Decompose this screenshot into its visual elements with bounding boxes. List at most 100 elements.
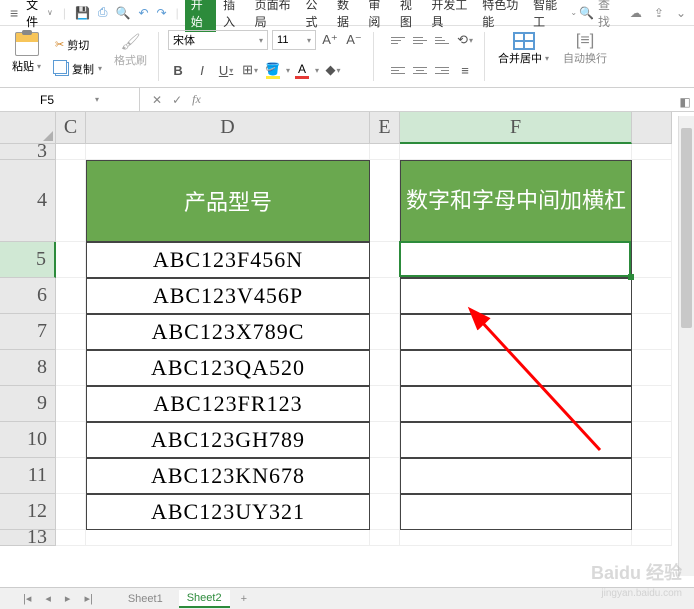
cell-E8[interactable] [370,350,400,386]
cell-G12[interactable] [632,494,672,530]
cell-D8[interactable]: ABC123QA520 [86,350,370,386]
column-header-f[interactable]: F [400,112,632,144]
row-header-10[interactable]: 10 [0,422,56,458]
row-header-8[interactable]: 8 [0,350,56,386]
tab-data[interactable]: 数据 [332,0,361,32]
cell-G10[interactable] [632,422,672,458]
cell-E4[interactable] [370,160,400,242]
decrease-font-button[interactable]: A⁻ [344,30,364,50]
cell-E13[interactable] [370,530,400,546]
cell-C9[interactable] [56,386,86,422]
cloud-icon[interactable]: ☁ [630,6,642,20]
tab-formula[interactable]: 公式 [301,0,330,32]
chevron-down-icon[interactable]: ▾ [286,66,290,75]
fill-color-button[interactable]: 🪣 [264,62,281,79]
tab-nav-last-icon[interactable]: ▸| [81,592,95,605]
tab-nav-next-icon[interactable]: ▸ [62,592,74,605]
cell-D6[interactable]: ABC123V456P [86,278,370,314]
name-box[interactable]: F5 ▾ [0,88,140,111]
chevron-down-icon[interactable]: ▾ [315,66,319,75]
row-header-12[interactable]: 12 [0,494,56,530]
cell-D12[interactable]: ABC123UY321 [86,494,370,530]
row-header-4[interactable]: 4 [0,160,56,242]
row-header-13[interactable]: 13 [0,530,56,546]
preview-icon[interactable]: 🔍 [113,6,134,20]
tab-nav-prev-icon[interactable]: ◂ [42,592,54,605]
select-all-corner[interactable] [0,112,56,144]
cell-F7[interactable] [400,314,632,350]
tab-nav-first-icon[interactable]: |◂ [20,592,34,605]
cell-G5[interactable] [632,242,672,278]
row-header-5[interactable]: 5 [0,242,56,278]
cell-D7[interactable]: ABC123X789C [86,314,370,350]
column-header-d[interactable]: D [86,112,370,144]
cell-C11[interactable] [56,458,86,494]
column-header-c[interactable]: C [56,112,86,144]
cell-C3[interactable] [56,144,86,160]
cell-D11[interactable]: ABC123KN678 [86,458,370,494]
cell-C8[interactable] [56,350,86,386]
save-icon[interactable]: 💾 [72,6,93,20]
cell-G4[interactable] [632,160,672,242]
column-header-e[interactable]: E [370,112,400,144]
cell-G9[interactable] [632,386,672,422]
copy-button[interactable]: 复制▾ [51,59,106,79]
cell-C4[interactable] [56,160,86,242]
cell-E9[interactable] [370,386,400,422]
collapse-ribbon-icon[interactable]: ⌄ [676,6,686,20]
tab-feature[interactable]: 特色功能 [477,0,526,32]
align-center-button[interactable] [411,62,429,78]
fill-handle[interactable] [628,274,634,280]
cell-C6[interactable] [56,278,86,314]
cell-F3[interactable] [400,144,632,160]
share-icon[interactable]: ⇪ [654,6,664,20]
cell-D10[interactable]: ABC123GH789 [86,422,370,458]
underline-button[interactable]: U▾ [216,60,236,80]
grid-body[interactable]: 产品型号数字和字母中间加横杠ABC123F456NABC123V456PABC1… [56,144,672,546]
cell-F12[interactable] [400,494,632,530]
row-header-6[interactable]: 6 [0,278,56,314]
tab-dev[interactable]: 开发工具 [426,0,475,32]
orientation-button[interactable]: ⟲▾ [455,30,475,50]
menu-icon[interactable]: ≡ [8,5,20,21]
row-header-9[interactable]: 9 [0,386,56,422]
cell-D4[interactable]: 产品型号 [86,160,370,242]
italic-button[interactable]: I [192,60,212,80]
tab-view[interactable]: 视图 [395,0,424,32]
cell-F5[interactable] [400,242,632,278]
cell-G7[interactable] [632,314,672,350]
align-bottom-button[interactable] [433,32,451,48]
file-menu[interactable]: 文件 ∨ [22,0,57,30]
scrollbar-thumb[interactable] [681,128,692,328]
cell-C13[interactable] [56,530,86,546]
bold-button[interactable]: B [168,60,188,80]
cell-F13[interactable] [400,530,632,546]
merge-center-button[interactable]: 合并居中▾ [494,30,553,83]
cell-G13[interactable] [632,530,672,546]
align-middle-button[interactable] [411,32,429,48]
tab-layout[interactable]: 页面布局 [250,0,299,32]
cell-C12[interactable] [56,494,86,530]
font-color-button[interactable]: A [294,62,310,79]
cell-G3[interactable] [632,144,672,160]
cell-G8[interactable] [632,350,672,386]
tab-smart[interactable]: 智能工 [528,0,567,32]
vertical-scrollbar[interactable] [678,116,694,576]
more-tabs-icon[interactable]: ⌄ [570,8,577,17]
align-right-button[interactable] [433,62,451,78]
cell-C7[interactable] [56,314,86,350]
cancel-formula-icon[interactable]: ✕ [152,93,162,107]
cell-F11[interactable] [400,458,632,494]
redo-icon[interactable]: ↷ [154,6,170,20]
increase-font-button[interactable]: A⁺ [320,30,340,50]
new-sheet-icon[interactable]: + [238,593,250,605]
row-header-3[interactable]: 3 [0,144,56,160]
cell-E11[interactable] [370,458,400,494]
formula-input[interactable] [201,88,694,111]
border-button[interactable]: ⊞▾ [240,60,260,80]
column-header-g[interactable] [632,112,672,144]
cell-F4[interactable]: 数字和字母中间加横杠 [400,160,632,242]
cell-C10[interactable] [56,422,86,458]
print-icon[interactable]: ⎙ [95,5,111,20]
indent-button[interactable]: ≡ [455,60,475,80]
